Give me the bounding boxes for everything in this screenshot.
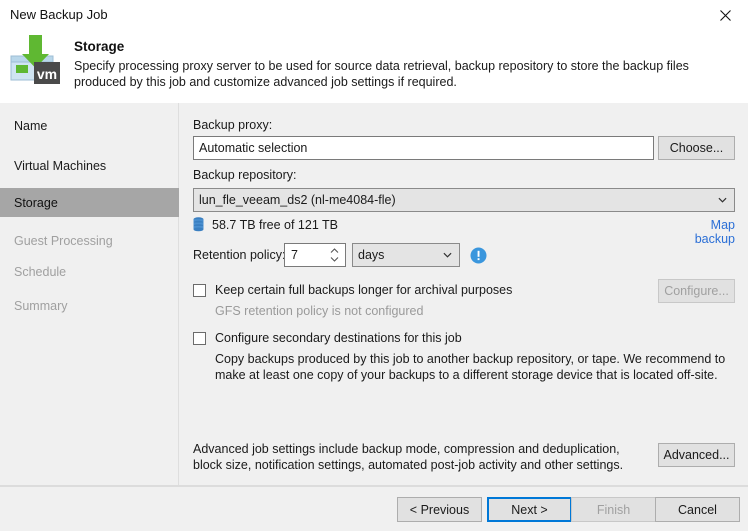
sidebar-item-schedule: Schedule <box>0 257 179 286</box>
gfs-archival-checkbox-row[interactable]: Keep certain full backups longer for arc… <box>193 283 623 298</box>
retention-count-value: 7 <box>291 248 298 262</box>
retention-unit-value: days <box>358 248 385 262</box>
retention-count-stepper[interactable]: 7 <box>284 243 346 267</box>
backup-repository-select[interactable]: lun_fle_veeam_ds2 (nl-me4084-fle) <box>193 188 735 212</box>
sidebar-item-virtual-machines[interactable]: Virtual Machines <box>0 151 179 180</box>
secondary-destinations-checkbox[interactable] <box>193 332 206 345</box>
choose-proxy-button[interactable]: Choose... <box>658 136 735 160</box>
chevron-up-icon[interactable] <box>330 248 339 254</box>
map-backup-link[interactable]: Map backup <box>670 218 735 246</box>
sidebar-item-summary: Summary <box>0 291 179 320</box>
gfs-status-text: GFS retention policy is not configured <box>215 304 424 318</box>
gfs-archival-checkbox[interactable] <box>193 284 206 297</box>
sidebar-item-name[interactable]: Name <box>0 111 179 140</box>
close-icon <box>719 9 731 21</box>
sidebar-item-label: Storage <box>14 195 58 210</box>
retention-unit-select[interactable]: days <box>352 243 460 267</box>
window-title: New Backup Job <box>10 7 108 22</box>
title-bar: New Backup Job <box>0 0 748 30</box>
chevron-down-icon[interactable] <box>330 256 339 262</box>
advanced-settings-description: Advanced job settings include backup mod… <box>193 442 624 472</box>
sidebar-item-label: Schedule <box>14 264 67 279</box>
chevron-down-icon <box>718 197 727 203</box>
gfs-archival-label: Keep certain full backups longer for arc… <box>215 283 513 297</box>
backup-proxy-input[interactable]: Automatic selection <box>193 136 654 160</box>
sidebar-item-label: Summary <box>14 298 68 313</box>
sidebar-item-guest-processing: Guest Processing <box>0 226 179 255</box>
secondary-destinations-label: Configure secondary destinations for thi… <box>215 331 462 345</box>
sidebar-item-label: Name <box>14 118 48 133</box>
cancel-button[interactable]: Cancel <box>655 497 740 522</box>
storage-settings-panel: Backup proxy: Automatic selection Choose… <box>180 103 748 485</box>
page-title: Storage <box>74 39 125 54</box>
stepper-arrows[interactable] <box>330 248 339 262</box>
chevron-down-icon <box>443 252 452 258</box>
svg-text:vm: vm <box>37 66 57 82</box>
backup-repository-label: Backup repository: <box>193 168 297 182</box>
wizard-header: vm Storage Specify processing proxy serv… <box>0 30 748 103</box>
advanced-settings-button[interactable]: Advanced... <box>658 443 735 467</box>
secondary-destinations-checkbox-row[interactable]: Configure secondary destinations for thi… <box>193 331 623 346</box>
vm-backup-icon: vm <box>10 34 66 88</box>
close-button[interactable] <box>702 0 748 30</box>
retention-policy-label: Retention policy: <box>193 248 286 262</box>
sidebar-item-label: Virtual Machines <box>14 158 107 173</box>
sidebar-item-label: Guest Processing <box>14 233 113 248</box>
configure-gfs-button: Configure... <box>658 279 735 303</box>
info-icon[interactable] <box>470 247 487 264</box>
previous-button[interactable]: < Previous <box>397 497 482 522</box>
wizard-steps-sidebar: Name Virtual Machines Storage Guest Proc… <box>0 103 179 485</box>
database-icon <box>193 217 204 232</box>
sidebar-item-storage[interactable]: Storage <box>0 188 179 217</box>
repository-free-space: 58.7 TB free of 121 TB <box>193 217 338 233</box>
backup-repository-value: lun_fle_veeam_ds2 (nl-me4084-fle) <box>199 193 396 207</box>
wizard-footer: < Previous Next > Finish Cancel <box>0 486 748 531</box>
secondary-destinations-description: Copy backups produced by this job to ano… <box>215 352 726 382</box>
page-description: Specify processing proxy server to be us… <box>74 59 689 89</box>
finish-button: Finish <box>571 497 656 522</box>
backup-proxy-label: Backup proxy: <box>193 118 273 132</box>
free-space-text: 58.7 TB free of 121 TB <box>212 218 339 232</box>
next-button[interactable]: Next > <box>487 497 572 522</box>
